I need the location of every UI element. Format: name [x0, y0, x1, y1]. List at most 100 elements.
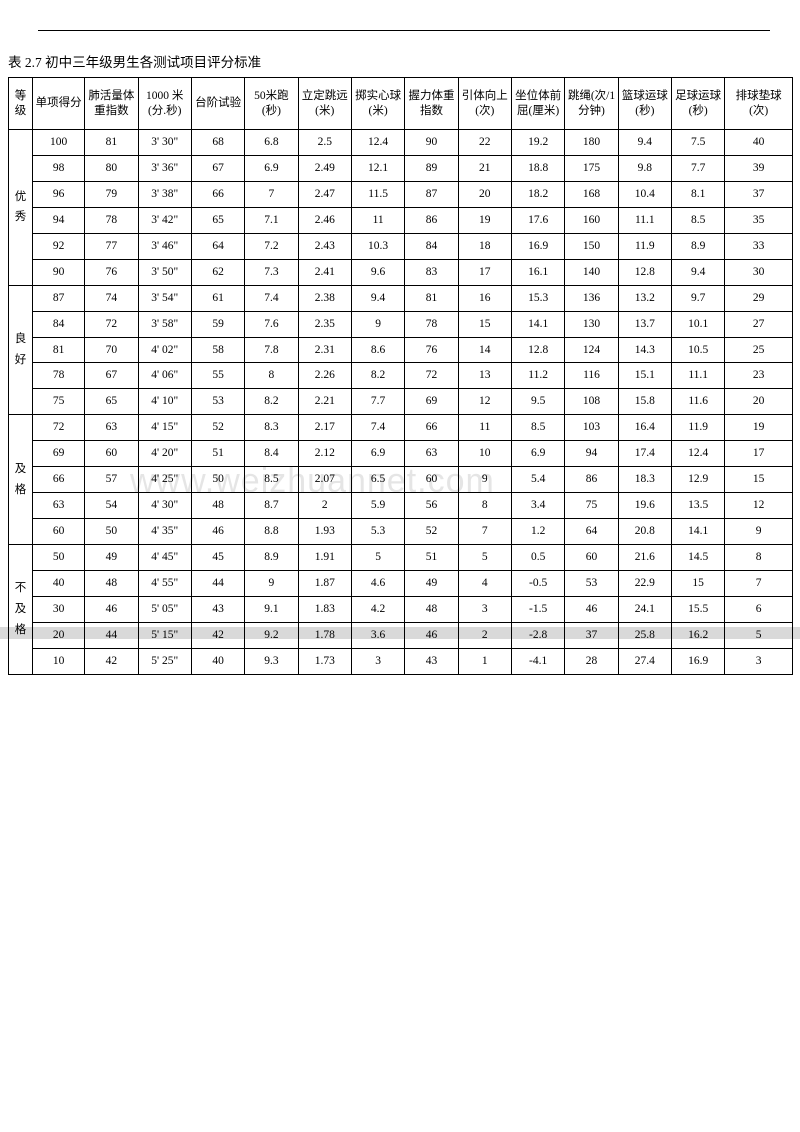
table-row: 20445' 15"429.21.783.6462-2.83725.816.25	[9, 622, 793, 648]
data-cell: 9.8	[618, 155, 671, 181]
data-cell: 168	[565, 181, 618, 207]
data-cell: 9.7	[672, 285, 725, 311]
data-cell: 3' 30"	[138, 130, 191, 156]
data-cell: 11.5	[351, 181, 404, 207]
data-cell: 2.21	[298, 389, 351, 415]
data-cell: 175	[565, 155, 618, 181]
data-cell: 46	[405, 622, 458, 648]
data-cell: 3	[351, 648, 404, 674]
data-cell: 6.8	[245, 130, 298, 156]
data-cell: 8.1	[672, 181, 725, 207]
data-cell: 69	[405, 389, 458, 415]
data-cell: 7	[725, 570, 793, 596]
data-cell: 18.2	[511, 181, 564, 207]
data-cell: 12	[458, 389, 511, 415]
data-cell: 43	[405, 648, 458, 674]
hdr-m50: 50米跑(秒)	[245, 78, 298, 130]
score-table: 等级 单项得分 肺活量体重指数 1000 米(分.秒) 台阶试验 50米跑(秒)…	[8, 77, 793, 675]
data-cell: 12.1	[351, 155, 404, 181]
table-row: 30465' 05"439.11.834.2483-1.54624.115.56	[9, 596, 793, 622]
data-cell: 24.1	[618, 596, 671, 622]
data-cell: 87	[405, 181, 458, 207]
data-cell: 67	[191, 155, 244, 181]
data-cell: 2.31	[298, 337, 351, 363]
data-cell: 68	[191, 130, 244, 156]
data-cell: 72	[405, 363, 458, 389]
data-cell: 3' 36"	[138, 155, 191, 181]
table-row: 不及格50494' 45"458.91.9155150.56021.614.58	[9, 545, 793, 571]
data-cell: 66	[405, 415, 458, 441]
data-cell: 66	[191, 181, 244, 207]
data-cell: 3' 38"	[138, 181, 191, 207]
data-cell: 4' 55"	[138, 570, 191, 596]
data-cell: 15	[672, 570, 725, 596]
data-cell: 46	[85, 596, 138, 622]
data-cell: 1.78	[298, 622, 351, 648]
data-cell: 13.7	[618, 311, 671, 337]
data-cell: 8.3	[245, 415, 298, 441]
data-cell: 2.07	[298, 467, 351, 493]
data-cell: 94	[32, 207, 84, 233]
hdr-grip: 握力体重指数	[405, 78, 458, 130]
data-cell: 90	[405, 130, 458, 156]
data-cell: 10	[458, 441, 511, 467]
data-cell: 7	[245, 181, 298, 207]
data-cell: 15.8	[618, 389, 671, 415]
data-cell: 4' 06"	[138, 363, 191, 389]
data-cell: 124	[565, 337, 618, 363]
data-cell: 70	[85, 337, 138, 363]
data-cell: 1.73	[298, 648, 351, 674]
data-cell: 12.8	[618, 259, 671, 285]
data-cell: 15.3	[511, 285, 564, 311]
data-cell: 7.4	[351, 415, 404, 441]
data-cell: 35	[725, 207, 793, 233]
data-cell: 27.4	[618, 648, 671, 674]
data-cell: 2.43	[298, 233, 351, 259]
data-cell: 22.9	[618, 570, 671, 596]
data-cell: 61	[191, 285, 244, 311]
data-cell: 27	[725, 311, 793, 337]
table-row: 及格72634' 15"528.32.177.466118.510316.411…	[9, 415, 793, 441]
data-cell: 10.3	[351, 233, 404, 259]
data-cell: 62	[191, 259, 244, 285]
data-cell: 16.9	[672, 648, 725, 674]
data-cell: 17	[725, 441, 793, 467]
data-cell: 65	[191, 207, 244, 233]
data-cell: 14	[458, 337, 511, 363]
data-cell: 29	[725, 285, 793, 311]
data-cell: 80	[85, 155, 138, 181]
data-cell: 14.1	[672, 519, 725, 545]
data-cell: 100	[32, 130, 84, 156]
data-cell: 78	[405, 311, 458, 337]
data-cell: 3	[458, 596, 511, 622]
data-cell: 8.6	[351, 337, 404, 363]
data-cell: 1.83	[298, 596, 351, 622]
data-cell: 7.5	[672, 130, 725, 156]
data-cell: 63	[405, 441, 458, 467]
table-row: 81704' 02"587.82.318.6761412.812414.310.…	[9, 337, 793, 363]
data-cell: 96	[32, 181, 84, 207]
data-cell: 9	[725, 519, 793, 545]
data-cell: 90	[32, 259, 84, 285]
data-cell: 7	[458, 519, 511, 545]
data-cell: 9.3	[245, 648, 298, 674]
data-cell: 2	[458, 622, 511, 648]
data-cell: 3' 50"	[138, 259, 191, 285]
data-cell: 12.9	[672, 467, 725, 493]
data-cell: 1.93	[298, 519, 351, 545]
data-cell: 60	[405, 467, 458, 493]
data-cell: 6.9	[351, 441, 404, 467]
data-cell: 2.49	[298, 155, 351, 181]
data-cell: 7.7	[351, 389, 404, 415]
table-row: 优秀100813' 30"686.82.512.4902219.21809.47…	[9, 130, 793, 156]
data-cell: 37	[725, 181, 793, 207]
data-cell: 8.2	[245, 389, 298, 415]
data-cell: 8.7	[245, 493, 298, 519]
data-cell: 4' 25"	[138, 467, 191, 493]
data-cell: 5' 15"	[138, 622, 191, 648]
data-cell: 19	[725, 415, 793, 441]
data-cell: 3' 42"	[138, 207, 191, 233]
data-cell: 1.91	[298, 545, 351, 571]
data-cell: 50	[85, 519, 138, 545]
data-cell: 7.2	[245, 233, 298, 259]
